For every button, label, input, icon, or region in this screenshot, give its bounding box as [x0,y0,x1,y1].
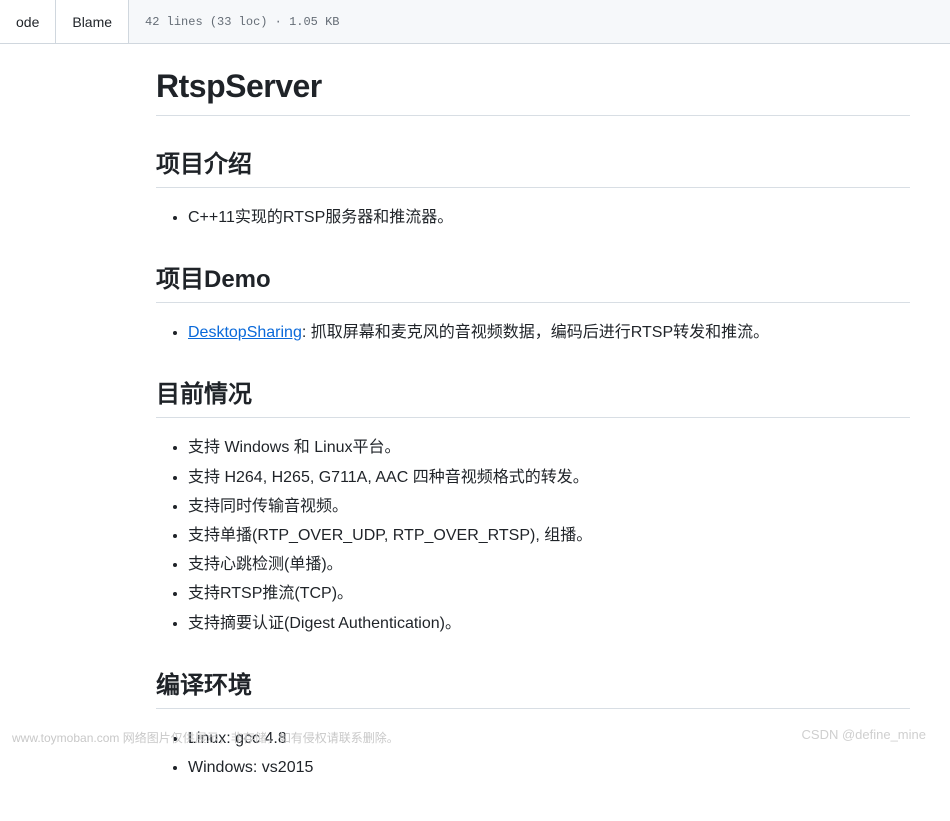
list-item: 支持同时传输音视频。 [188,493,910,520]
list-item: 支持心跳检测(单播)。 [188,551,910,578]
page-title: RtspServer [156,68,910,116]
list-demo: DesktopSharing: 抓取屏幕和麦克风的音视频数据，编码后进行RTSP… [156,319,910,346]
list-item: DesktopSharing: 抓取屏幕和麦克风的音视频数据，编码后进行RTSP… [188,319,910,346]
link-desktop-sharing[interactable]: DesktopSharing [188,324,302,341]
file-toolbar: ode Blame 42 lines (33 loc) · 1.05 KB [0,0,950,44]
list-item: 支持单播(RTP_OVER_UDP, RTP_OVER_RTSP), 组播。 [188,522,910,549]
list-item: 支持 H264, H265, G711A, AAC 四种音视频格式的转发。 [188,464,910,491]
list-item: C++11实现的RTSP服务器和推流器。 [188,204,910,231]
file-info-text: 42 lines (33 loc) · 1.05 KB [129,15,339,29]
list-item: 支持RTSP推流(TCP)。 [188,580,910,607]
list-item: 支持摘要认证(Digest Authentication)。 [188,610,910,637]
tab-blame[interactable]: Blame [56,0,129,43]
list-item-text: : 抓取屏幕和麦克风的音视频数据，编码后进行RTSP转发和推流。 [302,324,769,341]
tab-code[interactable]: ode [0,0,56,43]
watermark-left: www.toymoban.com 网络图片仅供展示，非存储，如有侵权请联系删除。 [12,729,399,746]
section-heading-status: 目前情况 [156,374,910,418]
list-status: 支持 Windows 和 Linux平台。 支持 H264, H265, G71… [156,434,910,636]
watermark-right: CSDN @define_mine [802,727,926,742]
readme-content: RtspServer 项目介绍 C++11实现的RTSP服务器和推流器。 项目D… [0,44,950,821]
section-heading-intro: 项目介绍 [156,144,910,188]
list-intro: C++11实现的RTSP服务器和推流器。 [156,204,910,231]
section-heading-build: 编译环境 [156,665,910,709]
list-item: 支持 Windows 和 Linux平台。 [188,434,910,461]
list-item: Windows: vs2015 [188,754,910,781]
section-heading-demo: 项目Demo [156,259,910,303]
